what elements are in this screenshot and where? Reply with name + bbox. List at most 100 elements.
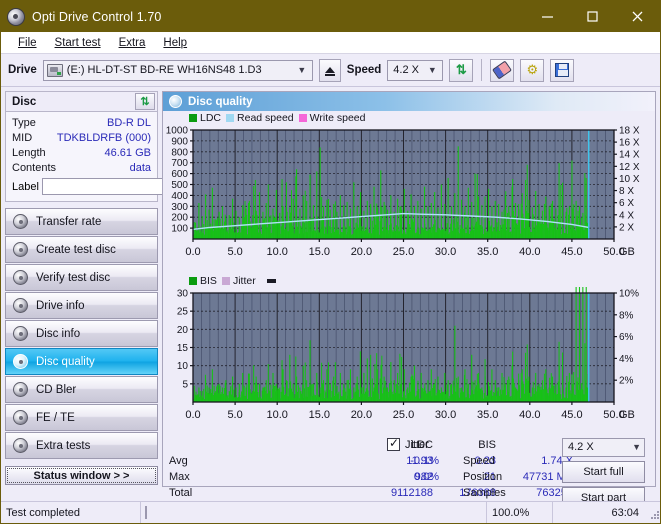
maximize-button[interactable] <box>570 1 615 32</box>
menu-start-test-label: Start test <box>54 36 101 49</box>
erase-button[interactable] <box>490 58 515 82</box>
menu-item-help[interactable]: Help <box>154 35 196 51</box>
jitter-avg-value: -0.1% <box>410 455 439 467</box>
menu-item-file[interactable]: File <box>9 35 46 51</box>
save-icon <box>555 63 570 77</box>
sidebar-item-label: CD Bler <box>36 383 77 396</box>
svg-text:10: 10 <box>177 361 189 372</box>
sidebar-item-label: Disc info <box>36 327 81 340</box>
disc-icon <box>13 242 28 257</box>
menu-file-label: File <box>18 36 37 49</box>
minimize-button[interactable] <box>525 1 570 32</box>
svg-text:20.0: 20.0 <box>351 409 372 421</box>
menu-item-extra[interactable]: Extra <box>110 35 155 51</box>
svg-text:40.0: 40.0 <box>519 409 540 421</box>
legend-entry-jitter: Jitter <box>221 274 256 287</box>
sidebar-item-cd-bler[interactable]: CD Bler <box>5 376 158 403</box>
disc-length-value: 46.61 GB <box>104 146 151 159</box>
legend-swatch-write-speed <box>298 113 307 122</box>
eject-icon <box>324 67 335 76</box>
svg-text:500: 500 <box>171 180 188 191</box>
svg-text:1000: 1000 <box>166 126 189 137</box>
sidebar-item-disc-quality[interactable]: Disc quality <box>5 348 158 375</box>
svg-text:900: 900 <box>171 136 188 147</box>
svg-text:4%: 4% <box>619 354 634 365</box>
svg-text:5.0: 5.0 <box>227 246 242 258</box>
save-button[interactable] <box>550 58 575 82</box>
svg-text:30.0: 30.0 <box>435 409 456 421</box>
svg-text:40.0: 40.0 <box>519 246 540 258</box>
bis-chart-svg: 5 10 15 20 25 30 2% 4% 6% 8% 10% 0.0 5.0 10.0 15.0 20.0… <box>177 287 639 421</box>
eject-button[interactable] <box>318 58 341 82</box>
samples-stat-label: Samples <box>463 487 506 499</box>
content-area: Disc quality LDC Read speed Write speed <box>162 87 660 509</box>
disc-contents-label: Contents <box>12 161 57 174</box>
sidebar-item-disc-info[interactable]: Disc info <box>5 320 158 347</box>
svg-text:10.0: 10.0 <box>266 409 287 421</box>
progress-track <box>145 506 147 519</box>
speed-label: Speed <box>346 64 382 76</box>
speed-select-value: 4.2 X <box>393 64 419 76</box>
tools-button[interactable]: ⚙ <box>520 58 545 82</box>
legend-label-read-speed: Read speed <box>237 111 294 124</box>
test-speed-select[interactable]: 4.2 X ▼ <box>562 438 645 457</box>
menu-item-start-test[interactable]: Start test <box>46 35 110 51</box>
start-full-button[interactable]: Start full <box>562 461 645 483</box>
sidebar-item-extra-tests[interactable]: Extra tests <box>5 432 158 459</box>
disc-icon <box>13 326 28 341</box>
svg-text:45.0: 45.0 <box>561 246 582 258</box>
eraser-icon <box>492 60 513 80</box>
svg-text:35.0: 35.0 <box>477 409 498 421</box>
disc-mid-value: TDKBLDRFB (000) <box>56 131 151 144</box>
speed-select[interactable]: 4.2 X ▼ <box>387 59 444 81</box>
svg-text:14 X: 14 X <box>619 150 640 161</box>
legend-label-bis: BIS <box>200 274 217 287</box>
legend-swatch-bis <box>189 276 197 285</box>
close-button[interactable] <box>615 1 660 32</box>
chevron-down-icon: ▼ <box>297 64 307 75</box>
refresh-icon: ⇅ <box>140 96 150 108</box>
drive-select-value: (E:) HL-DT-ST BD-RE WH16NS48 1.D3 <box>66 64 262 76</box>
sidebar-item-label: Extra tests <box>36 439 91 452</box>
svg-text:100: 100 <box>171 224 188 235</box>
drive-icon <box>46 63 63 77</box>
svg-text:800: 800 <box>171 147 188 158</box>
legend-swatch-read-speed <box>226 113 235 122</box>
svg-text:0.0: 0.0 <box>185 409 200 421</box>
chevron-down-icon: ▼ <box>632 442 641 452</box>
status-window-button[interactable]: Status window > > <box>5 466 158 485</box>
disc-icon <box>13 354 28 369</box>
test-speed-select-value: 4.2 X <box>568 441 594 453</box>
panel-header: Disc quality <box>163 92 655 111</box>
drive-label: Drive <box>8 64 37 76</box>
svg-text:300: 300 <box>171 202 188 213</box>
sidebar-item-verify-test-disc[interactable]: Verify test disc <box>5 264 158 291</box>
svg-text:15: 15 <box>177 343 189 354</box>
svg-text:30.0: 30.0 <box>435 246 456 258</box>
stats-label-total: Total <box>169 487 193 499</box>
sidebar-item-create-test-disc[interactable]: Create test disc <box>5 236 158 263</box>
disc-info-box: Type BD-R DL MID TDKBLDRFB (000) Length … <box>5 111 243 202</box>
gear-icon: ⚙ <box>526 62 539 77</box>
svg-text:GB: GB <box>619 246 635 258</box>
stats-label-max: Max <box>169 471 190 483</box>
legend-entry-bis: BIS <box>189 275 217 287</box>
legend-label-ldc: LDC <box>200 111 222 124</box>
disc-icon <box>13 214 28 229</box>
sidebar-item-drive-info[interactable]: Drive info <box>5 292 158 319</box>
sidebar-item-fe-te[interactable]: FE / TE <box>5 404 158 431</box>
legend-label-jitter: Jitter <box>232 274 256 287</box>
status-bar: Test completed 100.0% 63:04 <box>1 501 660 523</box>
disc-label-label: Label <box>12 180 39 193</box>
disc-refresh-button[interactable]: ⇅ <box>135 93 155 110</box>
stats-header-bis: BIS <box>478 439 496 451</box>
sidebar-item-label: Disc quality <box>36 355 95 368</box>
jitter-checkbox[interactable] <box>387 436 400 451</box>
status-message: Test completed <box>1 501 141 523</box>
refresh-button[interactable]: ⇅ <box>449 58 474 82</box>
resize-grip-icon[interactable] <box>646 506 660 520</box>
window-title: Opti Drive Control 1.70 <box>32 9 162 24</box>
drive-select[interactable]: (E:) HL-DT-ST BD-RE WH16NS48 1.D3 ▼ <box>42 59 313 81</box>
disc-icon <box>13 410 28 425</box>
sidebar-item-transfer-rate[interactable]: Transfer rate <box>5 208 158 235</box>
